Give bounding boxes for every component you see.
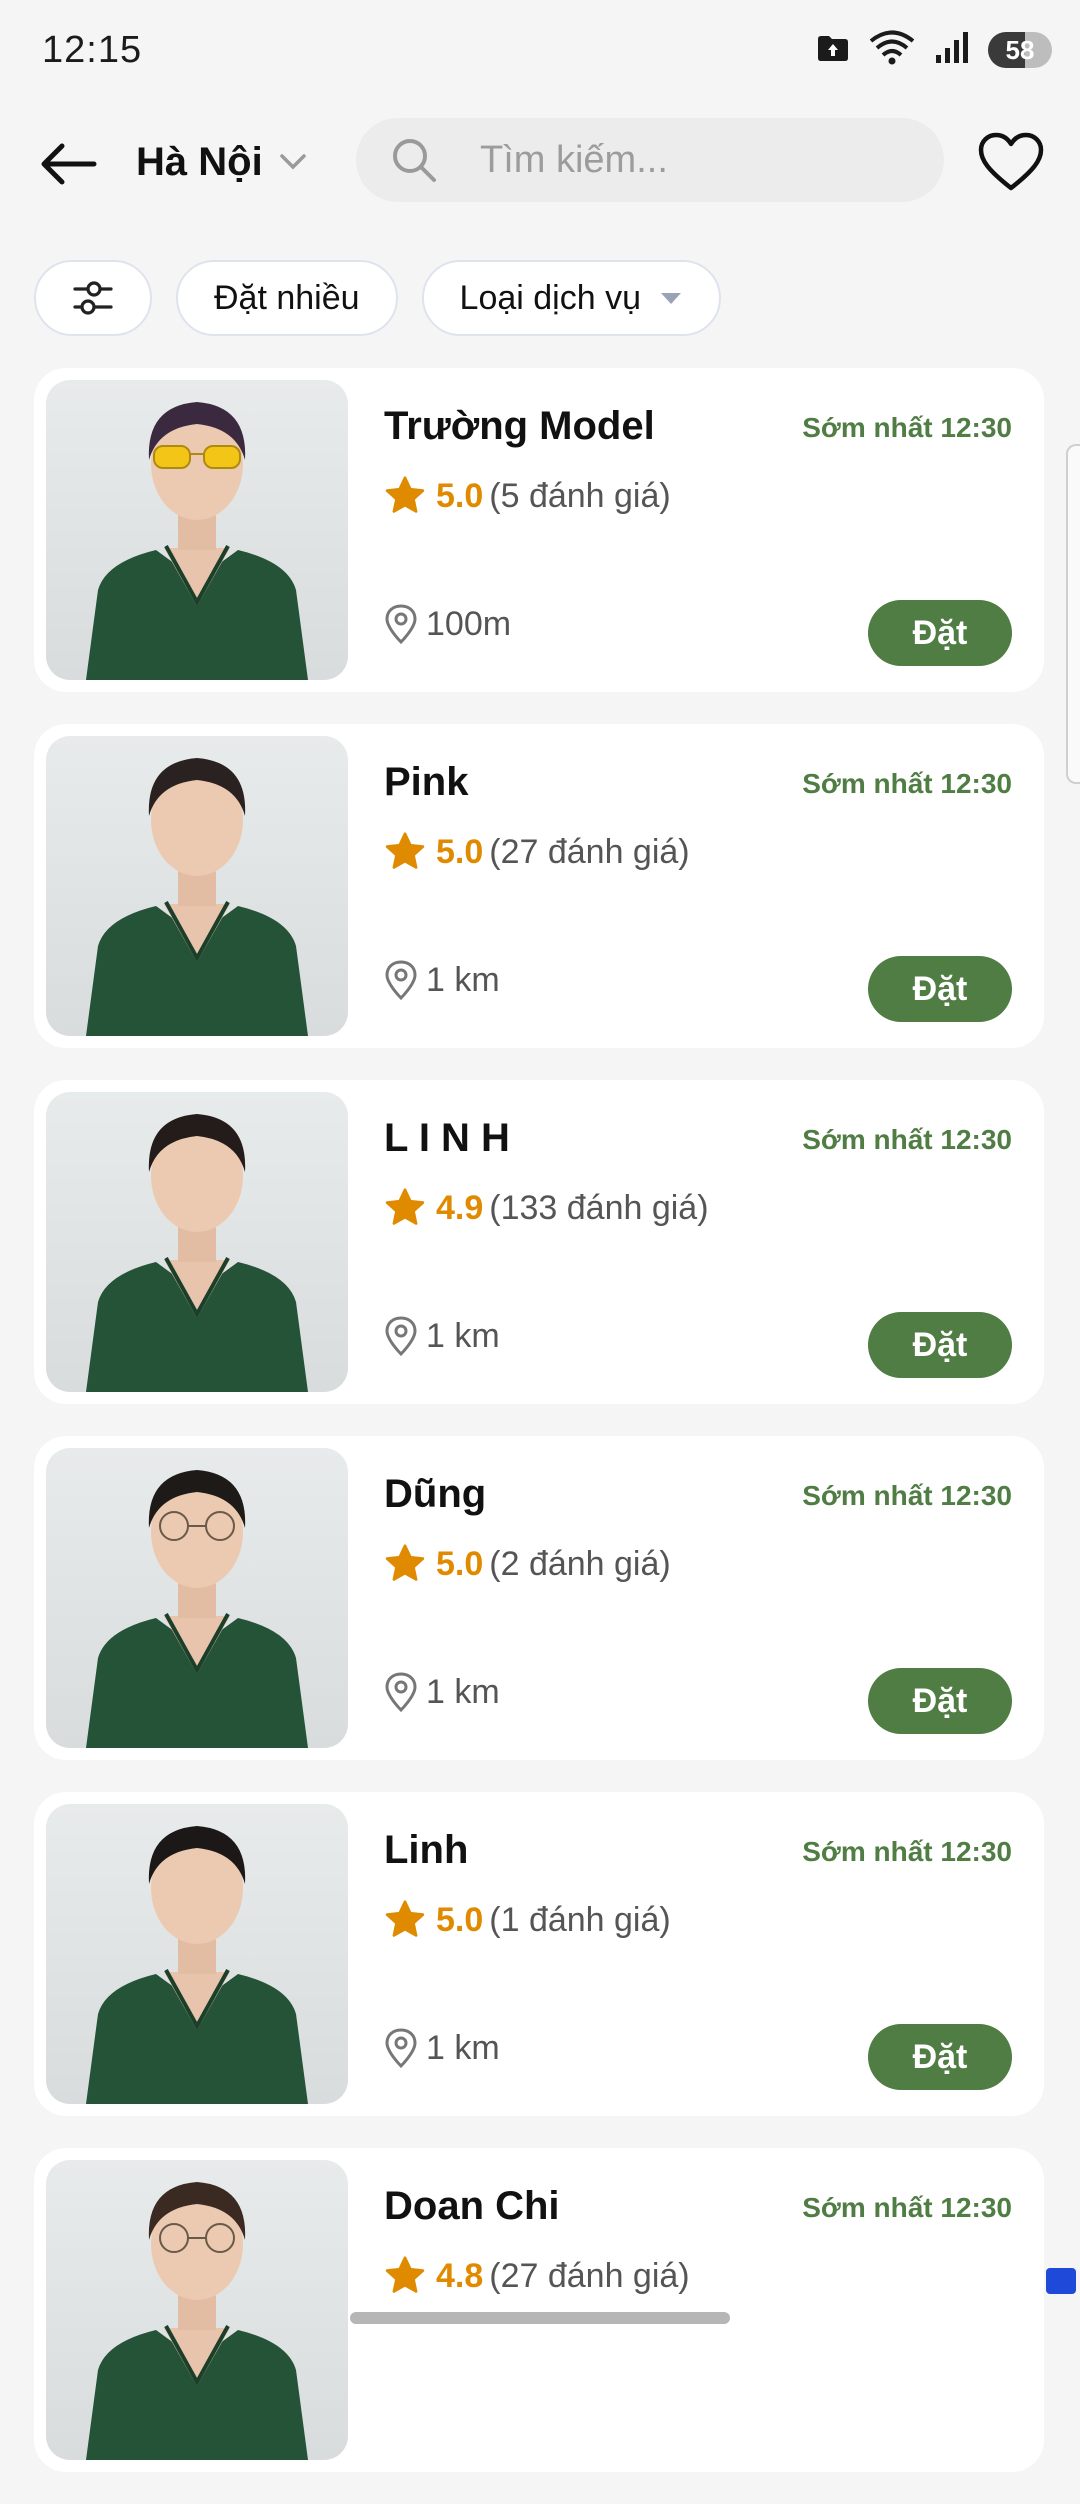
search-icon: [393, 139, 436, 182]
back-button[interactable]: [36, 132, 100, 196]
earliest-slot: Sớm nhất 12:30: [802, 1124, 1012, 1155]
status-icons: 58: [816, 30, 1052, 71]
provider-rating: 4.8 (27 đánh giá): [384, 2256, 690, 2296]
provider-rating: 5.0 (27 đánh giá): [384, 832, 690, 872]
provider-photo[interactable]: [46, 2160, 348, 2460]
star-icon: [385, 1188, 425, 1225]
rating-score: 5.0: [436, 1544, 484, 1583]
review-count: (1 đánh giá): [489, 1900, 671, 1939]
provider-rating: 5.0 (2 đánh giá): [384, 1544, 671, 1584]
rating-score: 4.8: [436, 2256, 484, 2295]
battery-level: 58: [1005, 34, 1035, 65]
book-button[interactable]: Đặt: [868, 1312, 1012, 1378]
provider-rating: 5.0 (1 đánh giá): [384, 1900, 671, 1940]
review-count: (27 đánh giá): [489, 2256, 690, 2295]
provider-name[interactable]: Linh: [384, 1828, 468, 1873]
wifi-icon: [868, 30, 916, 71]
provider-name[interactable]: L I N H: [384, 1116, 510, 1161]
star-icon: [385, 832, 425, 869]
provider-photo[interactable]: [46, 1804, 348, 2104]
book-button[interactable]: Đặt: [868, 600, 1012, 666]
provider-card[interactable]: Doan Chi Sớm nhất 12:30 4.8 (27 đánh giá…: [34, 2148, 1044, 2472]
provider-card[interactable]: Pink Sớm nhất 12:30 5.0 (27 đánh giá) 1 …: [34, 724, 1044, 1048]
provider-name[interactable]: Doan Chi: [384, 2184, 560, 2229]
earliest-slot: Sớm nhất 12:30: [802, 1480, 1012, 1511]
provider-name[interactable]: Trường Model: [384, 404, 655, 449]
filter-popular-label: Đặt nhiều: [214, 278, 360, 317]
signal-icon: [934, 31, 970, 70]
review-count: (133 đánh giá): [489, 1188, 709, 1227]
provider-rating: 4.9 (133 đánh giá): [384, 1188, 709, 1228]
location-pin-icon: [385, 1672, 417, 1712]
filter-service-type-chip[interactable]: Loại dịch vụ: [421, 260, 722, 336]
book-button[interactable]: Đặt: [868, 2024, 1012, 2090]
arrow-left-icon: [41, 143, 97, 185]
location-pin-icon: [385, 604, 417, 644]
provider-photo[interactable]: [46, 1092, 348, 1392]
earliest-slot: Sớm nhất 12:30: [802, 412, 1012, 443]
review-count: (2 đánh giá): [489, 1544, 671, 1583]
earliest-slot: Sớm nhất 12:30: [802, 1836, 1012, 1867]
star-icon: [385, 1544, 425, 1581]
provider-photo[interactable]: [46, 1448, 348, 1748]
rating-score: 5.0: [436, 476, 484, 515]
distance-value: 1 km: [426, 2028, 500, 2067]
book-button[interactable]: Đặt: [868, 956, 1012, 1022]
city-selector[interactable]: Hà Nội: [136, 134, 307, 190]
provider-distance: 100m: [384, 604, 511, 644]
provider-name[interactable]: Pink: [384, 760, 468, 805]
review-count: (5 đánh giá): [489, 476, 671, 515]
distance-value: 1 km: [426, 1672, 500, 1711]
filter-bar: Đặt nhiều Loại dịch vụ: [34, 260, 722, 336]
favorites-button[interactable]: [976, 130, 1046, 194]
provider-card[interactable]: L I N H Sớm nhất 12:30 4.9 (133 đánh giá…: [34, 1080, 1044, 1404]
provider-card[interactable]: Trường Model Sớm nhất 12:30 5.0 (5 đánh …: [34, 368, 1044, 692]
notification-icon: [816, 33, 850, 68]
rating-score: 5.0: [436, 832, 484, 871]
book-button[interactable]: Đặt: [868, 1668, 1012, 1734]
home-indicator[interactable]: [350, 2312, 730, 2324]
provider-distance: 1 km: [384, 1316, 500, 1356]
provider-distance: 1 km: [384, 960, 500, 1000]
distance-value: 1 km: [426, 1316, 500, 1355]
provider-name[interactable]: Dũng: [384, 1472, 486, 1517]
provider-card[interactable]: Dũng Sớm nhất 12:30 5.0 (2 đánh giá) 1 k…: [34, 1436, 1044, 1760]
distance-value: 100m: [426, 604, 512, 643]
status-time: 12:15: [42, 28, 143, 71]
search-bar[interactable]: [356, 118, 944, 202]
provider-distance: 1 km: [384, 2028, 500, 2068]
earliest-slot: Sớm nhất 12:30: [802, 768, 1012, 799]
location-pin-icon: [385, 2028, 417, 2068]
star-icon: [385, 476, 425, 513]
sliders-icon: [73, 281, 113, 315]
status-bar: 12:15 58: [0, 0, 1080, 100]
caret-down-icon: [661, 293, 682, 304]
star-icon: [385, 2256, 425, 2293]
floating-upload-icon[interactable]: [1046, 2268, 1076, 2294]
provider-distance: 1 km: [384, 1672, 500, 1712]
city-label: Hà Nội: [136, 139, 263, 184]
review-count: (27 đánh giá): [489, 832, 690, 871]
filter-service-type-label: Loại dịch vụ: [459, 278, 642, 317]
star-icon: [385, 1900, 425, 1937]
heart-icon: [978, 132, 1044, 191]
search-input[interactable]: [478, 137, 878, 183]
distance-value: 1 km: [426, 960, 500, 999]
side-scroll-handle[interactable]: [1066, 444, 1080, 784]
provider-photo[interactable]: [46, 736, 348, 1036]
rating-score: 4.9: [436, 1188, 484, 1227]
provider-photo[interactable]: [46, 380, 348, 680]
filter-settings-button[interactable]: [34, 260, 152, 336]
chevron-down-icon: [279, 154, 306, 170]
filter-popular-chip[interactable]: Đặt nhiều: [176, 260, 398, 336]
provider-list: Trường Model Sớm nhất 12:30 5.0 (5 đánh …: [34, 368, 1044, 2504]
provider-card[interactable]: Linh Sớm nhất 12:30 5.0 (1 đánh giá) 1 k…: [34, 1792, 1044, 2116]
location-pin-icon: [385, 960, 417, 1000]
earliest-slot: Sớm nhất 12:30: [802, 2192, 1012, 2223]
header: Hà Nội: [0, 116, 1080, 208]
location-pin-icon: [385, 1316, 417, 1356]
provider-rating: 5.0 (5 đánh giá): [384, 476, 671, 516]
battery-indicator: 58: [988, 32, 1052, 68]
rating-score: 5.0: [436, 1900, 484, 1939]
